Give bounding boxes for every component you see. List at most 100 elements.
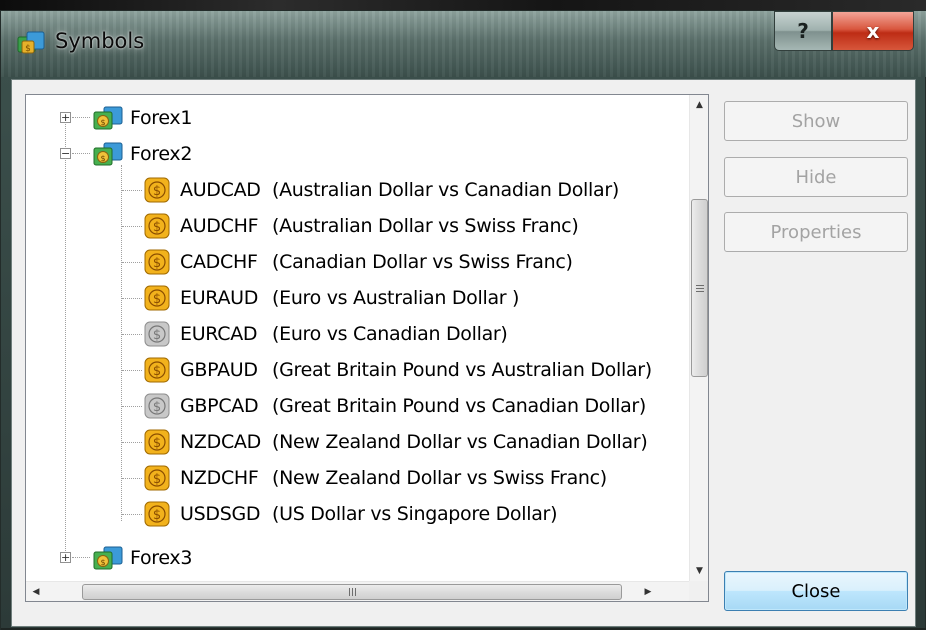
svg-text:$: $ — [153, 508, 161, 523]
svg-text:$: $ — [153, 328, 161, 343]
tree-group-forex3[interactable]: $ Forex3 — [92, 540, 192, 576]
tree-group-forex1[interactable]: $ Forex1 — [92, 100, 192, 136]
symbol-icon: $ — [144, 429, 170, 455]
symbol-item-cadchf[interactable]: $ CADCHF (Canadian Dollar vs Swiss Franc) — [144, 244, 573, 280]
svg-text:$: $ — [153, 292, 161, 307]
vertical-scrollbar[interactable]: ▲ ▼ — [689, 95, 708, 581]
symbol-description: (Great Britain Pound vs Canadian Dollar) — [272, 395, 647, 417]
tree-line — [72, 557, 90, 558]
group-label: Forex3 — [130, 547, 193, 569]
symbol-text: CADCHF (Canadian Dollar vs Swiss Franc) — [180, 251, 573, 273]
svg-text:$: $ — [100, 154, 105, 163]
show-button[interactable]: Show — [724, 101, 908, 141]
vertical-scroll-thumb[interactable] — [691, 199, 708, 377]
tree-content: + $ Forex1 − $ Forex2 $ AUDCAD (Australi… — [26, 95, 690, 581]
symbol-text: NZDCHF (New Zealand Dollar vs Swiss Franc… — [180, 467, 607, 489]
scroll-down-icon[interactable]: ▼ — [690, 561, 709, 580]
symbol-item-audcad[interactable]: $ AUDCAD (Australian Dollar vs Canadian Do… — [144, 172, 619, 208]
svg-text:$: $ — [153, 184, 161, 199]
tree-line — [122, 370, 142, 371]
symbol-description: (New Zealand Dollar vs Canadian Dollar) — [272, 431, 648, 453]
svg-text:$: $ — [153, 364, 161, 379]
symbol-text: AUDCHF (Australian Dollar vs Swiss Franc) — [180, 215, 579, 237]
symbol-item-gbpcad[interactable]: $ GBPCAD (Great Britain Pound vs Canadian … — [144, 388, 646, 424]
help-button[interactable]: ? — [774, 11, 832, 51]
tree-line — [122, 478, 142, 479]
tree-line — [122, 334, 142, 335]
tree-line — [122, 514, 142, 515]
svg-text:$: $ — [153, 472, 161, 487]
tree-line — [122, 190, 142, 191]
tree-line — [122, 406, 142, 407]
symbol-description: (Euro vs Canadian Dollar) — [272, 323, 508, 345]
symbol-name: CADCHF — [180, 251, 258, 273]
symbol-icon: $ — [144, 357, 170, 383]
tree-line — [122, 442, 142, 443]
symbol-name: AUDCHF — [180, 215, 259, 237]
hide-button[interactable]: Hide — [724, 157, 908, 197]
symbol-name: EURCAD — [180, 323, 258, 345]
symbols-dialog: $ Symbols ? x + $ Forex1 − $ Forex2 $ AU… — [0, 10, 926, 630]
tree-line — [122, 262, 142, 263]
symbol-text: EURAUD (Euro vs Australian Dollar ) — [180, 287, 519, 309]
horizontal-scrollbar[interactable]: ◀ ▶ — [26, 581, 690, 601]
close-button[interactable]: Close — [724, 571, 908, 611]
symbol-text: NZDCAD (New Zealand Dollar vs Canadian Do… — [180, 431, 648, 453]
symbol-item-nzdcad[interactable]: $ NZDCAD (New Zealand Dollar vs Canadian D… — [144, 424, 648, 460]
dialog-client-area: + $ Forex1 − $ Forex2 $ AUDCAD (Australi… — [11, 79, 916, 627]
properties-button[interactable]: Properties — [724, 212, 908, 252]
horizontal-scroll-thumb[interactable] — [82, 584, 622, 600]
svg-text:$: $ — [25, 44, 31, 54]
help-icon: ? — [797, 19, 809, 43]
symbol-description: (Great Britain Pound vs Australian Dolla… — [272, 359, 652, 381]
scroll-right-icon[interactable]: ▶ — [638, 582, 658, 602]
expand-forex1-button[interactable]: + — [60, 112, 71, 123]
symbol-name: GBPAUD — [180, 359, 258, 381]
symbol-description: (Australian Dollar vs Swiss Franc) — [272, 215, 579, 237]
symbol-item-gbpaud[interactable]: $ GBPAUD (Great Britain Pound vs Australia… — [144, 352, 652, 388]
symbol-text: GBPAUD (Great Britain Pound vs Australian… — [180, 359, 652, 381]
symbol-item-nzdchf[interactable]: $ NZDCHF (New Zealand Dollar vs Swiss Fran… — [144, 460, 607, 496]
symbol-description: (New Zealand Dollar vs Swiss Franc) — [272, 467, 607, 489]
symbol-description: (Canadian Dollar vs Swiss Franc) — [272, 251, 573, 273]
symbol-item-eurcad[interactable]: $ EURCAD (Euro vs Canadian Dollar) — [144, 316, 508, 352]
svg-text:$: $ — [100, 558, 105, 567]
symbols-tree[interactable]: + $ Forex1 − $ Forex2 $ AUDCAD (Australi… — [25, 94, 709, 602]
scroll-up-icon[interactable]: ▲ — [690, 95, 709, 114]
svg-text:$: $ — [153, 400, 161, 415]
svg-text:$: $ — [153, 256, 161, 271]
symbol-name: NZDCHF — [180, 467, 259, 489]
symbol-item-euraud[interactable]: $ EURAUD (Euro vs Australian Dollar ) — [144, 280, 519, 316]
title-bar[interactable]: $ Symbols ? x — [1, 11, 926, 77]
symbol-icon: $ — [144, 501, 170, 527]
tree-line — [65, 117, 66, 557]
svg-text:$: $ — [100, 118, 105, 127]
symbol-text: GBPCAD (Great Britain Pound vs Canadian D… — [180, 395, 646, 417]
symbol-text: EURCAD (Euro vs Canadian Dollar) — [180, 323, 508, 345]
symbol-name: USDSGD — [180, 503, 261, 525]
tree-group-forex2[interactable]: $ Forex2 — [92, 136, 192, 172]
symbol-group-icon: $ — [93, 106, 123, 130]
symbol-icon: $ — [144, 249, 170, 275]
symbol-item-audchf[interactable]: $ AUDCHF (Australian Dollar vs Swiss Franc… — [144, 208, 579, 244]
symbol-icon: $ — [144, 177, 170, 203]
scroll-left-icon[interactable]: ◀ — [26, 582, 46, 602]
symbol-description: (US Dollar vs Singapore Dollar) — [272, 503, 558, 525]
tree-line — [72, 117, 90, 118]
symbol-icon: $ — [144, 213, 170, 239]
symbol-item-usdsgd[interactable]: $ USDSGD (US Dollar vs Singapore Dollar) — [144, 496, 557, 532]
group-label: Forex1 — [130, 107, 193, 129]
symbol-name: AUDCAD — [180, 179, 261, 201]
tree-line — [72, 153, 90, 154]
group-label: Forex2 — [130, 143, 193, 165]
expand-forex3-button[interactable]: + — [60, 552, 71, 563]
svg-text:$: $ — [153, 220, 161, 235]
symbol-group-icon: $ — [93, 546, 123, 570]
symbol-hidden-icon: $ — [144, 393, 170, 419]
collapse-forex2-button[interactable]: − — [60, 148, 71, 159]
window-close-button[interactable]: x — [832, 11, 914, 51]
symbol-description: (Euro vs Australian Dollar ) — [272, 287, 520, 309]
symbol-name: EURAUD — [180, 287, 259, 309]
symbol-description: (Australian Dollar vs Canadian Dollar) — [272, 179, 619, 201]
tree-line — [121, 165, 122, 521]
